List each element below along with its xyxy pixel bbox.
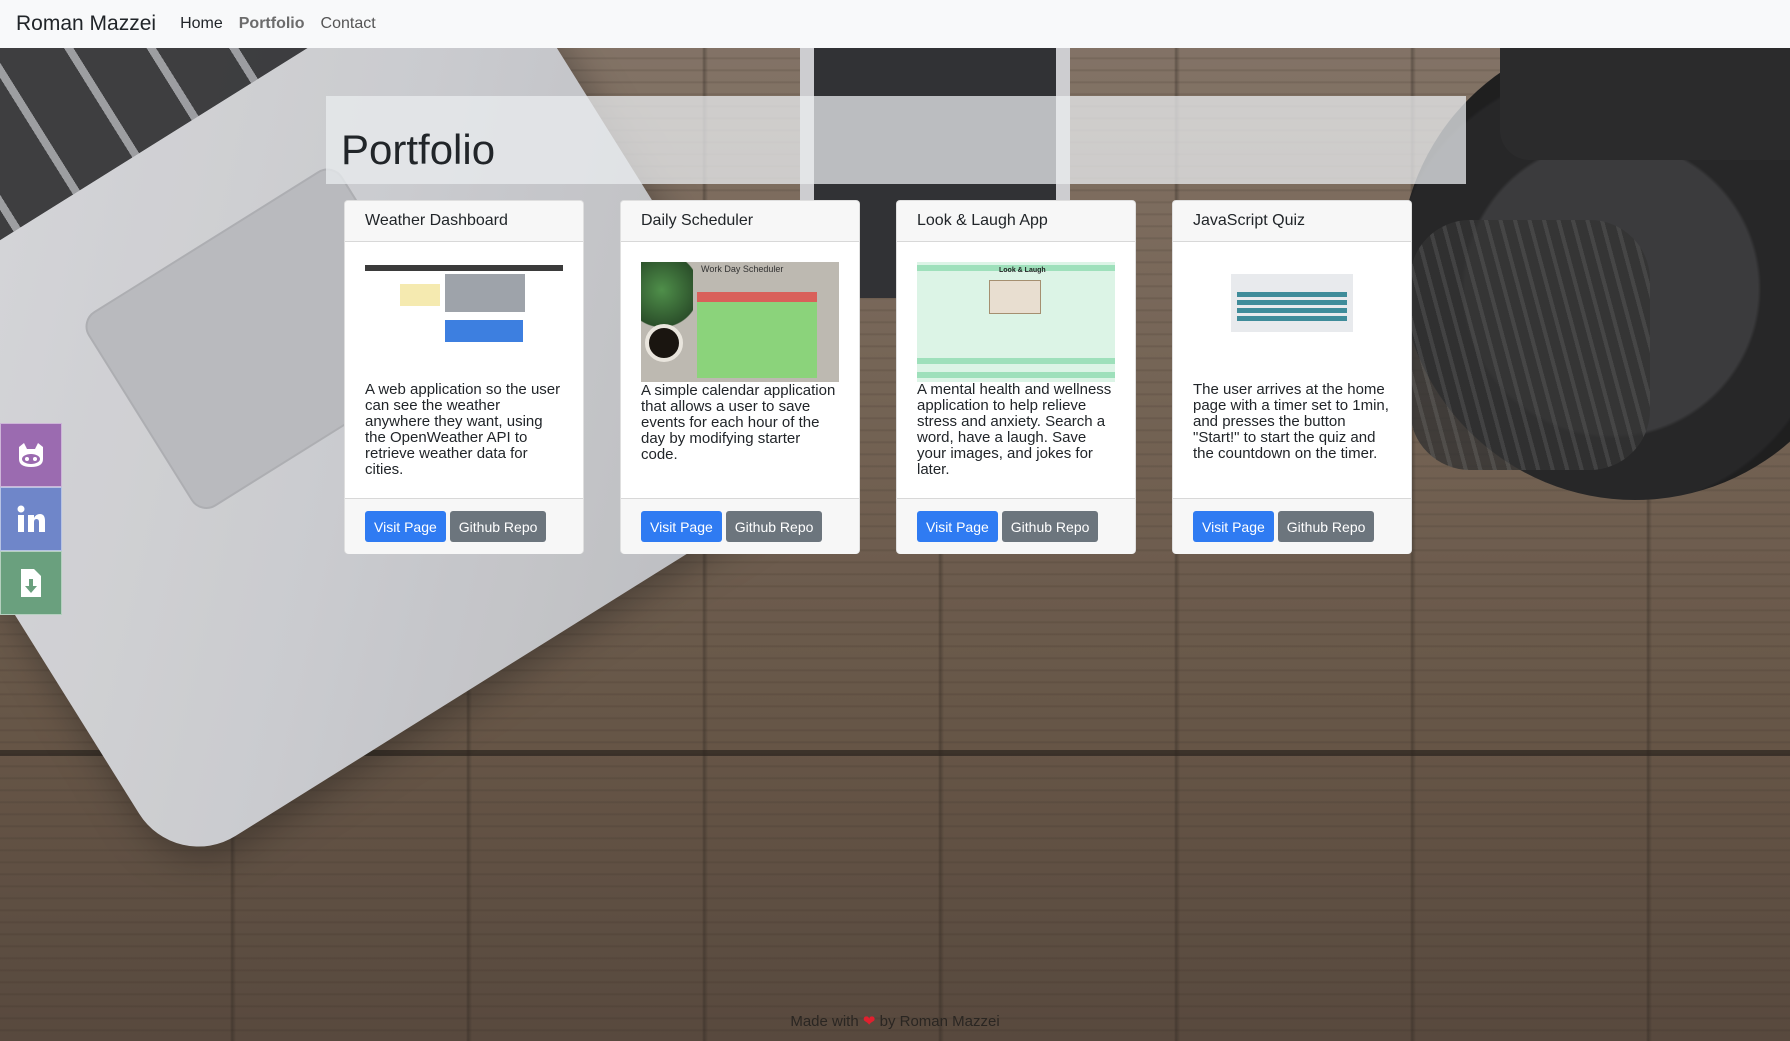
nav-portfolio[interactable]: Portfolio — [239, 15, 305, 33]
project-screenshot — [1193, 262, 1391, 382]
heart-icon: ❤ — [862, 1013, 876, 1030]
card-footer: Visit Page Github Repo — [897, 498, 1135, 554]
nav-contact[interactable]: Contact — [321, 15, 376, 33]
github-repo-button[interactable]: Github Repo — [725, 511, 823, 542]
card-title: Weather Dashboard — [345, 201, 583, 242]
navbar: Roman Mazzei Home Portfolio Contact — [0, 0, 1790, 48]
resume-download-button[interactable] — [0, 551, 62, 615]
social-sidebar — [0, 423, 62, 615]
thumb-title: Work Day Scheduler — [701, 264, 784, 274]
github-button[interactable] — [0, 423, 62, 487]
card-footer: Visit Page Github Repo — [1173, 498, 1411, 554]
card-body: Work Day Scheduler A simple calendar app… — [621, 242, 859, 498]
card-footer: Visit Page Github Repo — [621, 498, 859, 554]
card-body: The user arrives at the home page with a… — [1173, 242, 1411, 498]
github-repo-button[interactable]: Github Repo — [1277, 511, 1375, 542]
project-screenshot: Look & Laugh — [917, 262, 1115, 382]
card-description: A simple calendar application that allow… — [641, 382, 836, 463]
github-repo-button[interactable]: Github Repo — [449, 511, 547, 542]
nav-home[interactable]: Home — [180, 15, 223, 33]
github-repo-button[interactable]: Github Repo — [1001, 511, 1099, 542]
footer-suffix: by Roman Mazzei — [879, 1013, 1000, 1030]
project-screenshot — [365, 262, 563, 382]
project-card: Weather Dashboard A web application so t… — [344, 200, 584, 554]
thumb-title: Look & Laugh — [999, 267, 1046, 274]
project-card: Daily Scheduler Work Day Scheduler A sim… — [620, 200, 860, 554]
project-card: Look & Laugh App Look & Laugh A mental h… — [896, 200, 1136, 554]
card-description: A web application so the user can see th… — [365, 381, 561, 478]
card-title: JavaScript Quiz — [1173, 201, 1411, 242]
brand-link[interactable]: Roman Mazzei — [16, 12, 156, 36]
visit-page-button[interactable]: Visit Page — [1193, 511, 1274, 542]
card-description: The user arrives at the home page with a… — [1193, 381, 1389, 462]
card-footer: Visit Page Github Repo — [345, 498, 583, 554]
page-footer: Made with ❤ by Roman Mazzei — [0, 1012, 1790, 1030]
visit-page-button[interactable]: Visit Page — [641, 511, 722, 542]
linkedin-icon — [17, 505, 45, 532]
project-screenshot: Work Day Scheduler — [641, 262, 839, 382]
card-body: Look & Laugh A mental health and wellnes… — [897, 242, 1135, 498]
card-title: Daily Scheduler — [621, 201, 859, 242]
visit-page-button[interactable]: Visit Page — [365, 511, 446, 542]
download-file-icon — [21, 569, 41, 597]
linkedin-button[interactable] — [0, 487, 62, 551]
visit-page-button[interactable]: Visit Page — [917, 511, 998, 542]
footer-prefix: Made with — [790, 1013, 859, 1030]
card-description: A mental health and wellness application… — [917, 381, 1112, 478]
page-title: Portfolio — [341, 126, 496, 173]
github-icon — [19, 443, 43, 467]
project-card: JavaScript Quiz The user arrives at the … — [1172, 200, 1412, 554]
card-title: Look & Laugh App — [897, 201, 1135, 242]
card-body: A web application so the user can see th… — [345, 242, 583, 498]
portfolio-header: Portfolio — [326, 96, 1466, 184]
